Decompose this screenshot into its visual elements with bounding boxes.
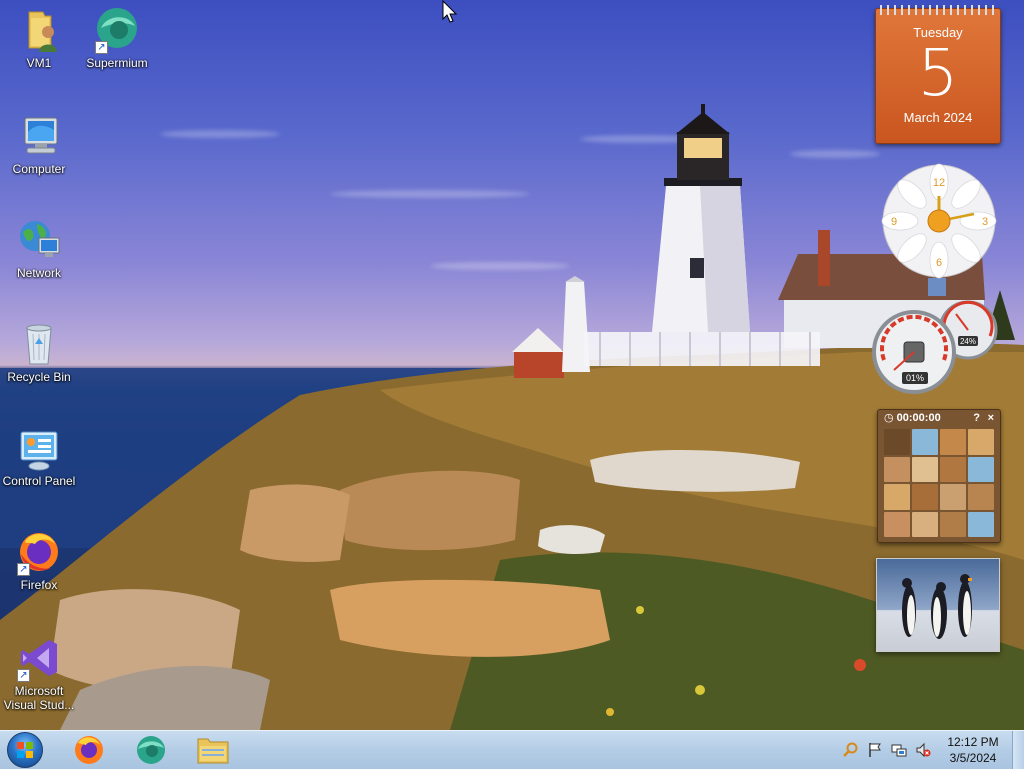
firefox-icon: ↗: [15, 528, 63, 576]
clock-center: [927, 209, 951, 233]
puzzle-reset-icon[interactable]: ◷: [884, 412, 897, 424]
firefox-icon: [75, 736, 103, 764]
windows-logo-icon: [17, 742, 33, 758]
taskbar-date: 3/5/2024: [949, 751, 997, 765]
taskbar-app-file-explorer[interactable]: [188, 733, 238, 767]
desktop-icon-computer[interactable]: Computer: [0, 112, 78, 176]
flag-icon[interactable]: [867, 742, 883, 758]
visual-studio-icon: ↗: [15, 634, 63, 682]
wallpaper-landscape: [0, 104, 1024, 730]
puzzle-tile[interactable]: [884, 484, 910, 510]
clock-numeral-9: 9: [891, 216, 897, 228]
puzzle-tile[interactable]: [884, 429, 910, 455]
desktop-icon-label: Microsoft Visual Stud...: [0, 684, 78, 712]
puzzle-tile[interactable]: [912, 456, 938, 482]
start-button[interactable]: [7, 732, 43, 768]
puzzle-titlebar: ◷ 00:00:00 ? ×: [878, 410, 1000, 426]
puzzle-close-button[interactable]: ×: [988, 410, 994, 426]
puzzle-tile[interactable]: [940, 511, 966, 537]
control-panel-icon: [15, 424, 63, 472]
desktop-icon-supermium[interactable]: ↗ Supermium: [78, 6, 156, 70]
shortcut-arrow-icon: ↗: [17, 563, 30, 576]
penguin-figure: [931, 582, 947, 639]
picture-puzzle-gadget[interactable]: ◷ 00:00:00 ? ×: [877, 409, 1001, 543]
desktop-icon-network[interactable]: Network: [0, 216, 78, 280]
calendar-month-year: March 2024: [903, 110, 973, 125]
puzzle-tile[interactable]: [968, 429, 994, 455]
slideshow-gadget[interactable]: [876, 558, 1000, 652]
clock-numeral-3: 3: [982, 216, 988, 228]
recycle-bin-icon: [15, 320, 63, 368]
desktop-icon-label: Supermium: [86, 56, 148, 70]
desktop-icon-label: Network: [16, 266, 61, 280]
puzzle-tile[interactable]: [968, 511, 994, 537]
desktop-icon-label: Firefox: [20, 578, 58, 592]
clock-gadget[interactable]: 12 3 6 9: [878, 160, 1000, 282]
desktop-icon-label-line: Microsoft: [14, 684, 64, 698]
puzzle-tile[interactable]: [940, 456, 966, 482]
network-icon: [15, 216, 63, 264]
desktop-icon-label: VM1: [26, 56, 52, 70]
puzzle-tile[interactable]: [884, 511, 910, 537]
show-desktop-button[interactable]: [1012, 731, 1024, 769]
taskbar: 12:12 PM 3/5/2024: [0, 730, 1024, 769]
desktop-icon-visual-studio[interactable]: ↗ Microsoft Visual Stud...: [0, 634, 78, 712]
puzzle-tile[interactable]: [884, 456, 910, 482]
cpu-value: 01%: [906, 373, 924, 383]
puzzle-tile[interactable]: [940, 429, 966, 455]
shortcut-arrow-icon: ↗: [17, 669, 30, 682]
puzzle-tile[interactable]: [912, 429, 938, 455]
folder-icon: [197, 738, 229, 764]
desktop-icon-label: Computer: [12, 162, 66, 176]
puzzle-timer: 00:00:00: [896, 412, 941, 424]
desktop-icon-firefox[interactable]: ↗ Firefox: [0, 528, 78, 592]
puzzle-tile[interactable]: [912, 511, 938, 537]
desktop-icon-label: Recycle Bin: [7, 370, 71, 384]
calendar-rings: [880, 5, 996, 15]
supermium-icon: ↗: [93, 6, 141, 54]
search-icon[interactable]: [843, 742, 859, 758]
puzzle-tile[interactable]: [968, 456, 994, 482]
taskbar-app-firefox[interactable]: [64, 733, 114, 767]
puzzle-tile[interactable]: [940, 484, 966, 510]
desktop-icon-label-line: Visual Stud...: [3, 698, 75, 712]
network-icon[interactable]: [891, 742, 907, 758]
puzzle-help-button[interactable]: ?: [973, 410, 980, 426]
computer-icon: [15, 112, 63, 160]
desktop-icon-label: Control Panel: [2, 474, 76, 488]
taskbar-app-supermium[interactable]: [126, 733, 176, 767]
taskbar-time: 12:12 PM: [947, 735, 999, 749]
mouse-cursor-icon: [442, 0, 458, 23]
desktop-icon-recycle-bin[interactable]: Recycle Bin: [0, 320, 78, 384]
calendar-day-number: 5: [917, 37, 959, 111]
volume-muted-icon[interactable]: [915, 742, 931, 758]
puzzle-tile[interactable]: [912, 484, 938, 510]
cpu-meter-gadget[interactable]: 24% 01%: [872, 300, 1000, 396]
penguin-figure: [902, 578, 916, 637]
puzzle-grid: [884, 429, 994, 537]
desktop-icon-vm1[interactable]: VM1: [0, 6, 78, 70]
taskbar-clock[interactable]: 12:12 PM 3/5/2024: [938, 734, 1008, 766]
calendar-gadget[interactable]: Tuesday 5 March 2024: [875, 5, 1001, 144]
memory-value: 24%: [960, 337, 976, 346]
supermium-icon: [137, 736, 165, 764]
clock-numeral-12: 12: [933, 177, 945, 189]
desktop-icon-control-panel[interactable]: Control Panel: [0, 424, 78, 488]
shortcut-arrow-icon: ↗: [95, 41, 108, 54]
penguin-figure: [958, 574, 972, 637]
penguin-photo: [902, 574, 972, 639]
puzzle-tile[interactable]: [968, 484, 994, 510]
user-folder-icon: [15, 6, 63, 54]
clock-numeral-6: 6: [936, 257, 942, 269]
